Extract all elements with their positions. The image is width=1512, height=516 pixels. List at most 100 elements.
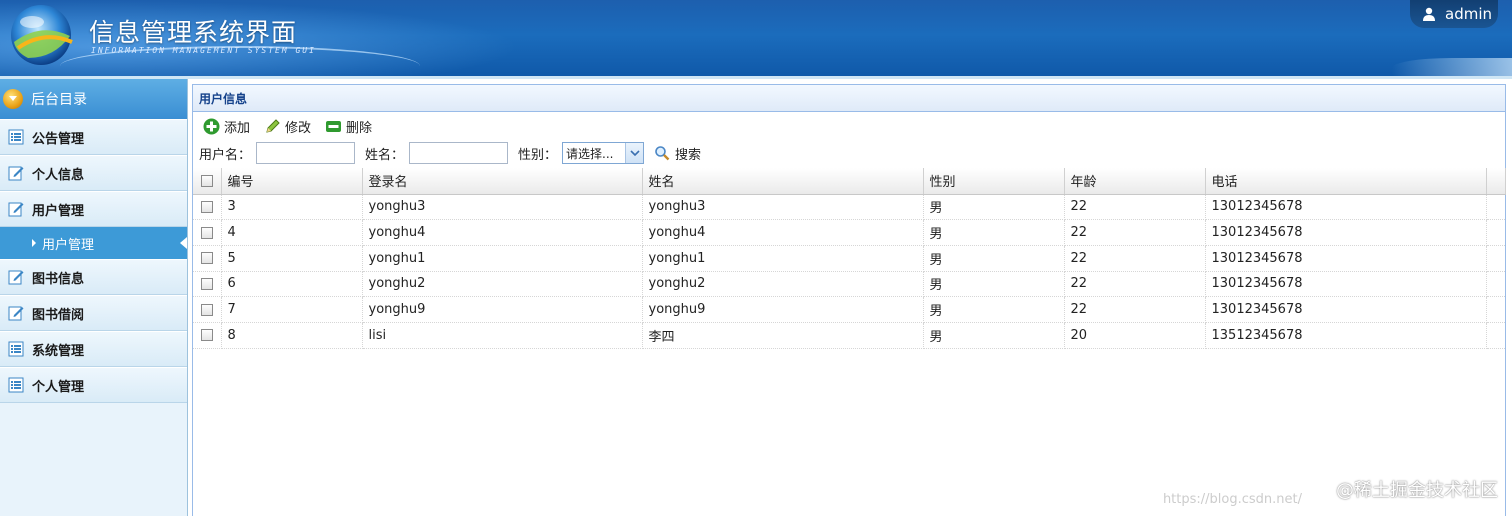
app-subtitle: INFORMATION MANAGEMENT SYSTEM GUI	[91, 46, 316, 55]
filter-bar: 用户名： 姓名： 性别： 请选择... 搜索	[193, 140, 1505, 166]
table-row[interactable]: 8 lisi 李四男 20 13512345678	[193, 322, 1505, 349]
user-menu[interactable]: admin	[1410, 0, 1498, 28]
cell-gender: 男	[923, 271, 1065, 298]
cell-id: 8	[221, 322, 363, 349]
app-header: 信息管理系统界面 INFORMATION MANAGEMENT SYSTEM G…	[0, 0, 1512, 78]
search-icon	[655, 146, 670, 161]
select-all-cell	[193, 168, 222, 195]
cell-gender: 男	[923, 245, 1065, 272]
column-header-age[interactable]: 年龄	[1064, 168, 1206, 195]
cell-age: 22	[1064, 194, 1206, 221]
username-filter-label: 用户名：	[199, 147, 252, 163]
cell-gender: 男	[923, 322, 1065, 349]
sidebar-item-label: 图书信息	[32, 271, 85, 287]
cell-age: 20	[1064, 322, 1206, 349]
cell-login: yonghu2	[362, 271, 643, 298]
cell-age: 22	[1064, 271, 1206, 298]
table-row[interactable]: 7 yonghu9 yonghu9 男 22 13012345678	[193, 296, 1505, 323]
bullet-arrow-icon	[32, 239, 36, 247]
row-checkbox[interactable]	[201, 226, 213, 239]
cell-phone: 13012345678	[1205, 219, 1487, 246]
cell-gender: 男	[923, 219, 1065, 246]
add-button[interactable]: 添加	[203, 117, 250, 136]
cell-phone: 13012345678	[1205, 296, 1487, 323]
sidebar-heading-label: 后台目录	[31, 92, 87, 108]
user-icon	[1423, 7, 1435, 21]
sidebar-item-book-info[interactable]: 图书信息	[0, 259, 187, 295]
row-checkbox[interactable]	[201, 303, 213, 316]
delete-button[interactable]: 删除	[325, 117, 372, 136]
row-checkbox[interactable]	[201, 329, 213, 342]
cell-phone: 13012345678	[1205, 245, 1487, 272]
edit-button[interactable]: 修改	[264, 117, 311, 136]
row-checkbox[interactable]	[201, 200, 213, 213]
search-button[interactable]: 搜索	[654, 144, 701, 163]
column-header-login[interactable]: 登录名	[362, 168, 643, 195]
cell-name: yonghu4	[642, 219, 924, 246]
row-checkbox[interactable]	[201, 277, 213, 290]
cell-login: lisi	[362, 322, 643, 349]
user-info-panel: 用户信息 添加 修改 删除 用户名： 姓名： 性别： 请选择... 搜索 编号 …	[192, 84, 1506, 516]
edit-button-label: 修改	[285, 120, 312, 136]
globe-logo-icon	[11, 5, 73, 65]
cell-gender: 男	[923, 194, 1065, 221]
row-spacer	[1486, 322, 1505, 349]
sidebar-item-label: 个人管理	[32, 379, 85, 395]
cell-name: 李四	[642, 322, 924, 349]
row-select-cell	[193, 245, 222, 272]
list-icon	[8, 377, 24, 393]
username-input[interactable]	[256, 142, 356, 164]
sidebar-heading[interactable]: 后台目录	[0, 79, 187, 119]
list-icon	[8, 341, 24, 357]
edit-icon	[8, 166, 24, 181]
column-header-gender[interactable]: 性别	[923, 168, 1065, 195]
table-row[interactable]: 4 yonghu4 yonghu4 男 22 13012345678	[193, 219, 1505, 246]
collapse-toggle-icon[interactable]	[3, 89, 23, 109]
app-title: 信息管理系统界面	[89, 18, 298, 47]
sidebar-item-label: 图书借阅	[32, 307, 85, 323]
column-header-phone[interactable]: 电话	[1205, 168, 1487, 195]
cell-gender: 男	[923, 296, 1065, 323]
edit-icon	[8, 306, 24, 321]
search-button-label: 搜索	[675, 147, 702, 163]
sidebar-item-book-borrow[interactable]: 图书借阅	[0, 295, 187, 331]
sidebar-item-user-management[interactable]: 用户管理	[0, 191, 187, 227]
sidebar-item-label: 公告管理	[32, 131, 85, 147]
cell-id: 5	[221, 245, 363, 272]
row-select-cell	[193, 322, 222, 349]
table-row[interactable]: 3 yonghu3 yonghu3 男 22 13012345678	[193, 194, 1505, 221]
table-header-row: 编号 登录名 姓名 性别 年龄 电话	[193, 168, 1506, 195]
watermark-url: https://blog.csdn.net/	[1162, 492, 1302, 507]
cell-id: 4	[221, 219, 363, 246]
name-input[interactable]	[409, 142, 509, 164]
sidebar-item-notice[interactable]: 公告管理	[0, 119, 187, 155]
row-select-cell	[193, 194, 222, 221]
gender-select[interactable]: 请选择...	[562, 142, 645, 164]
cell-id: 6	[221, 271, 363, 298]
row-spacer	[1486, 296, 1505, 323]
row-checkbox[interactable]	[201, 252, 213, 265]
sidebar-item-label: 用户管理	[32, 203, 85, 219]
cell-name: yonghu3	[642, 194, 924, 221]
sidebar-item-label: 系统管理	[32, 343, 85, 359]
table-row[interactable]: 6 yonghu2 yonghu2 男 22 13012345678	[193, 271, 1505, 298]
sidebar-item-personal[interactable]: 个人管理	[0, 367, 187, 403]
header-divider	[0, 76, 1512, 79]
column-header-id[interactable]: 编号	[221, 168, 363, 195]
sidebar-item-profile[interactable]: 个人信息	[0, 155, 187, 191]
username-label: admin	[1445, 5, 1492, 23]
plus-icon	[203, 118, 220, 134]
sidebar-item-system[interactable]: 系统管理	[0, 331, 187, 367]
select-all-checkbox[interactable]	[201, 174, 213, 187]
active-indicator	[180, 237, 187, 249]
cell-name: yonghu2	[642, 271, 924, 298]
sidebar-subitem-user-management[interactable]: 用户管理	[0, 227, 187, 259]
table-row[interactable]: 5 yonghu1 yonghu1 男 22 13012345678	[193, 245, 1505, 272]
column-header-name[interactable]: 姓名	[642, 168, 924, 195]
edit-icon	[8, 270, 24, 285]
cell-login: yonghu9	[362, 296, 643, 323]
cell-login: yonghu3	[362, 194, 643, 221]
cell-id: 3	[221, 194, 363, 221]
edit-icon	[8, 202, 24, 217]
chevron-down-icon[interactable]	[625, 143, 644, 163]
